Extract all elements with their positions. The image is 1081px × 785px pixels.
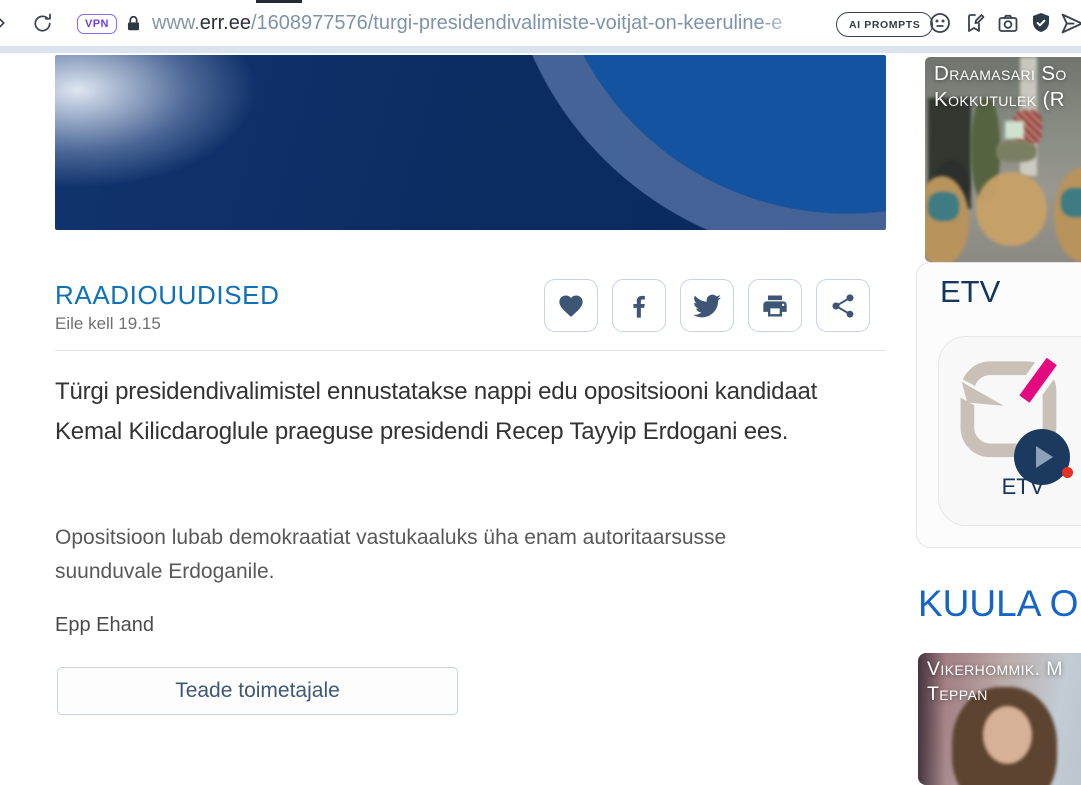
title-line-1: Vikerhommik. M — [927, 658, 1063, 680]
vpn-badge[interactable]: VPN — [77, 14, 117, 34]
show-card-draamasari-title: Draamasari So Kokkutulek (R — [934, 61, 1081, 113]
article-author: Epp Ehand — [55, 614, 154, 636]
share-button[interactable] — [816, 279, 870, 332]
browser-toolbar: VPN www. err.ee/1608977576/turgi-presiden… — [0, 0, 1081, 46]
shield-check-icon[interactable] — [1027, 0, 1055, 46]
print-button[interactable] — [748, 279, 802, 332]
send-arrow-icon[interactable] — [1058, 0, 1081, 46]
url-domain: err.ee — [199, 11, 251, 34]
play-button[interactable] — [1014, 429, 1070, 485]
bookmark-edit-icon[interactable] — [960, 0, 988, 46]
url-path: /1608977576/turgi-presidendivalimiste-vo… — [250, 11, 783, 34]
reload-button[interactable] — [28, 0, 56, 46]
title-line-1: Draamasari So — [934, 62, 1067, 85]
feedback-button[interactable]: Teade toimetajale — [57, 667, 458, 715]
play-icon — [1036, 446, 1053, 468]
article-body: Opositsioon lubab demokraatiat vastukaal… — [55, 526, 727, 583]
article-lead: Türgi presidendivalimistel ennustatakse … — [55, 378, 818, 445]
etv-heading-link[interactable]: ETV — [940, 274, 1000, 310]
vpn-badge-label: VPN — [85, 18, 109, 30]
ai-prompts-label: AI PROMPTS — [849, 18, 921, 31]
twitter-icon — [693, 294, 721, 317]
kuula-heading-link[interactable]: KUULA O — [918, 583, 1078, 625]
publish-time: Eile kell 19.15 — [55, 314, 161, 333]
address-bar[interactable]: www. err.ee/1608977576/turgi-presidendiva… — [152, 0, 820, 46]
page-top-strip — [0, 46, 1081, 53]
url-www: www. — [152, 11, 200, 34]
show-card-vikerhommik[interactable]: Vikerhommik. M Teppan — [918, 653, 1081, 785]
camera-icon[interactable] — [994, 0, 1022, 46]
facebook-share-button[interactable] — [612, 279, 666, 332]
printer-icon — [763, 295, 787, 316]
heart-icon — [559, 295, 583, 317]
header-divider — [55, 350, 886, 351]
title-line-2: Teppan — [927, 683, 988, 705]
neutral-face-icon[interactable] — [926, 0, 954, 46]
show-card-vikerhommik-title: Vikerhommik. M Teppan — [927, 657, 1081, 707]
facebook-icon — [633, 295, 645, 318]
lock-icon[interactable] — [120, 0, 146, 46]
favorite-button[interactable] — [544, 279, 598, 332]
forward-chevron-icon[interactable] — [0, 0, 12, 46]
live-record-dot — [1062, 467, 1073, 478]
twitter-share-button[interactable] — [680, 279, 734, 332]
title-line-2: Kokkutulek (R — [934, 88, 1065, 111]
show-card-draamasari[interactable]: Draamasari So Kokkutulek (R — [925, 57, 1081, 262]
category-link[interactable]: RAADIOUUDISED — [55, 280, 280, 311]
article-hero-image — [55, 55, 886, 230]
ai-prompts-button[interactable]: AI PROMPTS — [836, 12, 934, 37]
share-nodes-icon — [832, 293, 854, 318]
share-buttons-row — [544, 279, 870, 332]
